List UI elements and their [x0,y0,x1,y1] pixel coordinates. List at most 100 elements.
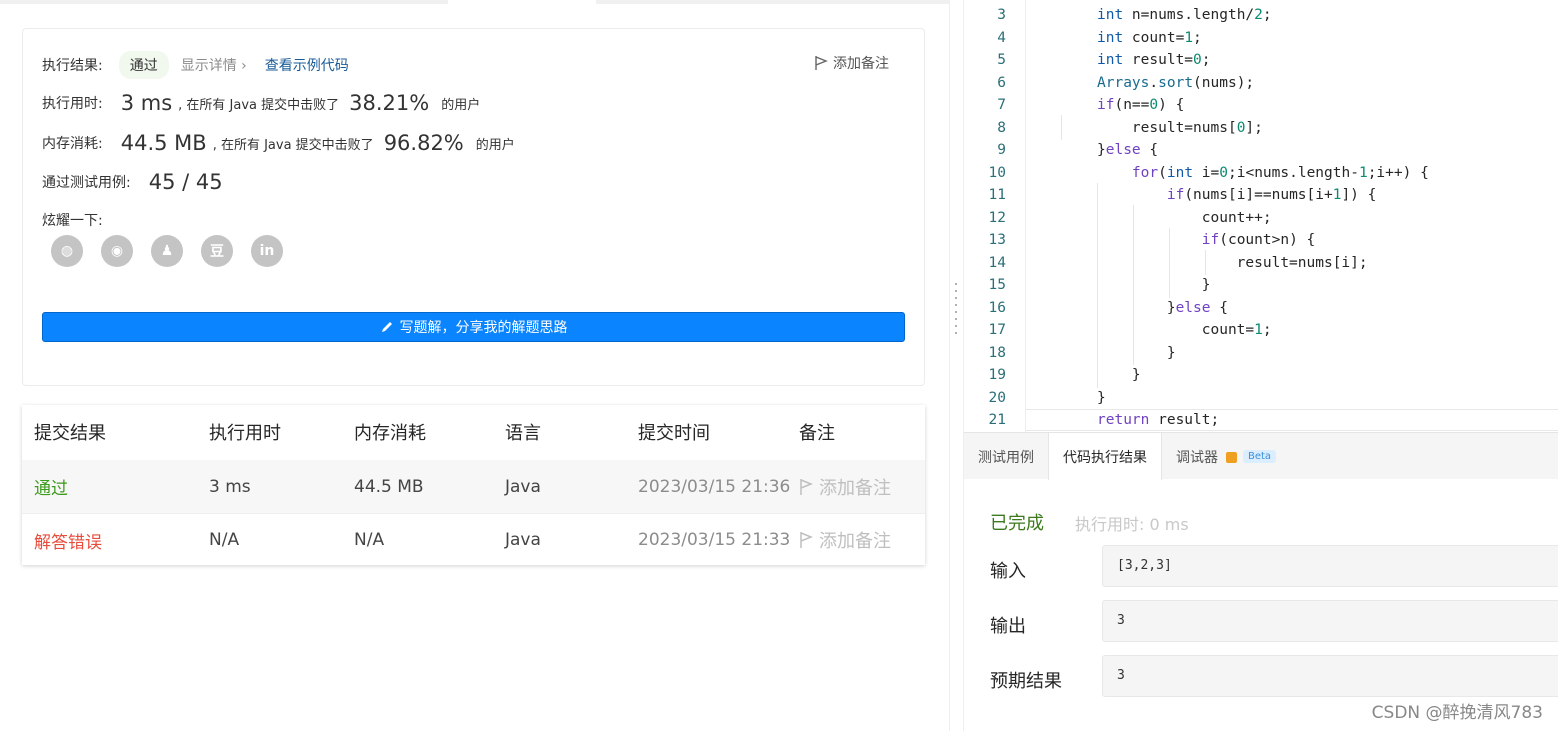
code-line: }else { [1097,299,1228,316]
code-line: int result=0; [1097,52,1211,69]
line-number: 20 [988,389,1006,406]
line-number: 15 [988,277,1006,294]
example-code-link[interactable]: 查看示例代码 [265,55,349,75]
result-label: 执行结果: [42,58,103,74]
runtime-mid-text: , 在所有 Java 提交中击败了 [178,97,340,113]
header-note: 备注 [799,422,835,444]
line-number: 8 [997,119,1006,136]
qq-icon[interactable]: ♟ [151,235,183,267]
code-line: }else { [1097,142,1159,159]
line-number: 14 [988,254,1006,271]
code-line: return result; [1097,412,1220,429]
line-number: 16 [988,299,1006,316]
code-line: } [1097,277,1211,294]
line-number: 13 [988,232,1006,249]
runtime-row: 执行用时: 3 ms , 在所有 Java 提交中击败了 38.21% 的用户 [42,91,480,115]
row-time: 2023/03/15 21:33 [638,530,791,550]
code-line: result=nums[i]; [1097,254,1368,271]
beta-badge: Beta [1243,450,1277,463]
row-status[interactable]: 解答错误 [34,528,102,553]
output-value: 3 [1102,600,1558,642]
memory-percent: 96.82% [383,131,464,155]
code-line: for(int i=0;i<nums.length-1;i++) { [1131,164,1429,181]
table-row[interactable]: 解答错误 N/A N/A Java 2023/03/15 21:33 添加备注 [22,513,925,566]
submissions-table: 提交结果 执行用时 内存消耗 语言 提交时间 备注 通过 3 ms 44.5 M… [22,405,925,565]
row-status[interactable]: 通过 [34,474,68,499]
lock-icon [1226,452,1237,463]
weibo-icon[interactable]: ◉ [101,235,133,267]
memory-mid-text: , 在所有 Java 提交中击败了 [212,137,374,153]
exec-time: 执行用时: 0 ms [1075,515,1189,534]
code-line: if(n==0) { [1097,97,1185,114]
linkedin-icon[interactable]: in [251,235,283,267]
header-time: 提交时间 [638,422,710,444]
code-line: } [1097,367,1141,384]
douban-icon[interactable]: 豆 [201,235,233,267]
memory-value: 44.5 MB [120,131,207,155]
code-line: int count=1; [1097,29,1202,46]
add-note-label: 添加备注 [833,56,889,72]
line-number: 4 [997,29,1006,46]
row-language: Java [505,476,541,497]
runtime-suffix: 的用户 [441,97,481,113]
flag-icon [815,56,828,70]
code-line: int n=nums.length/2; [1097,7,1272,24]
tab-run-result[interactable]: 代码执行结果 [1048,433,1162,481]
row-language: Java [505,530,541,550]
code-line: count++; [1097,209,1272,226]
share-icons: ◍ ◉ ♟ 豆 in [51,235,283,267]
table-row[interactable]: 通过 3 ms 44.5 MB Java 2023/03/15 21:36 添加… [22,460,925,513]
line-number: 11 [988,187,1006,204]
write-solution-button[interactable]: 写题解，分享我的解题思路 [42,312,905,342]
line-number: 21 [988,412,1006,429]
line-number: 9 [997,142,1006,159]
tab-strip [0,0,950,4]
row-time: 2023/03/15 21:36 [638,476,791,497]
row-memory: 44.5 MB [354,476,424,497]
line-number: 18 [988,344,1006,361]
row-runtime: N/A [209,530,240,550]
submission-panel: 执行结果: 通过 显示详情 › 查看示例代码 添加备注 执行用时: 3 ms ,… [0,0,950,731]
output-label: 输出 [990,616,1026,637]
memory-row: 内存消耗: 44.5 MB , 在所有 Java 提交中击败了 96.82% 的… [42,131,515,155]
row-note-label: 添加备注 [819,477,891,499]
table-header: 提交结果 执行用时 内存消耗 语言 提交时间 备注 [22,405,925,458]
flag-icon [800,532,813,548]
runtime-label: 执行用时: [42,96,103,112]
share-row: 炫耀一下: [42,210,103,230]
input-label: 输入 [990,561,1026,582]
header-language: 语言 [505,422,541,444]
runtime-value: 3 ms [120,91,173,115]
result-row: 执行结果: 通过 显示详情 › 查看示例代码 [42,51,349,79]
row-memory: N/A [354,530,385,550]
code-line: if(nums[i]==nums[i+1]) { [1166,187,1377,204]
add-note-button[interactable]: 添加备注 [814,53,889,73]
line-number: 6 [997,74,1006,91]
show-detail-link[interactable]: 显示详情 › [181,55,247,75]
line-number: 3 [997,7,1006,24]
line-number: 12 [988,209,1006,226]
row-add-note-button[interactable]: 添加备注 [799,527,891,553]
pencil-icon [381,322,392,332]
code-line: count=1; [1097,322,1272,339]
code-line: } [1097,344,1176,361]
row-note-label: 添加备注 [819,531,891,552]
line-number: 7 [997,97,1006,114]
flag-icon [800,478,813,495]
write-solution-label: 写题解，分享我的解题思路 [399,320,568,336]
result-card: 执行结果: 通过 显示详情 › 查看示例代码 添加备注 执行用时: 3 ms ,… [22,28,925,386]
code-editor[interactable]: 3 int n=nums.length/2; 4 int count=1; 5 int… [964,0,1558,432]
debugger-label: 调试器 [1176,449,1218,466]
header-status: 提交结果 [34,422,106,444]
header-runtime: 执行用时 [209,422,281,444]
expected-value: 3 [1102,655,1558,697]
tab-debugger[interactable]: 调试器 Beta [1162,433,1290,480]
run-result-panel: 已完成 执行用时: 0 ms 输入 [3,2,3] 输出 3 预期结果 3 CS… [964,480,1558,731]
memory-suffix: 的用户 [475,137,515,153]
wechat-icon[interactable]: ◍ [51,235,83,267]
panel-resize-handle[interactable] [954,283,958,343]
row-add-note-button[interactable]: 添加备注 [799,474,891,500]
memory-label: 内存消耗: [42,136,103,152]
tab-testcase[interactable]: 测试用例 [964,433,1048,480]
input-value: [3,2,3] [1102,545,1558,587]
